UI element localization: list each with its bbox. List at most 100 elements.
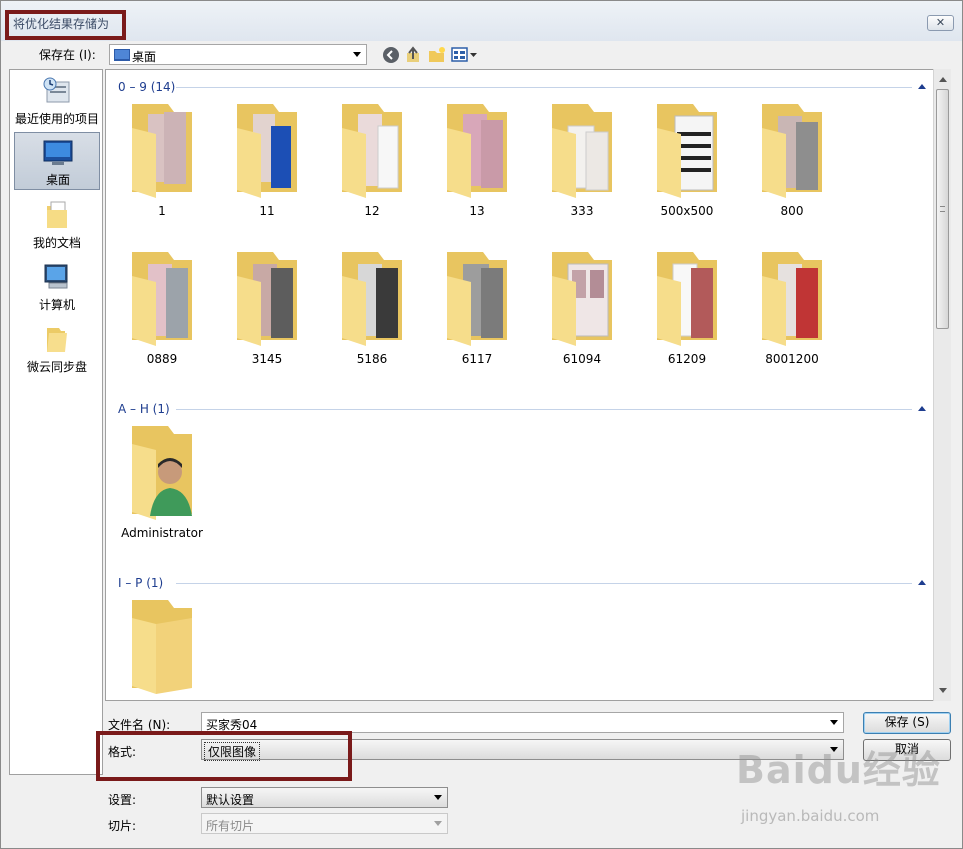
group-header-0-9[interactable]: 0 – 9 (14) [118, 80, 175, 94]
chevron-down-icon [434, 821, 442, 826]
back-icon[interactable] [381, 45, 401, 65]
folder-name: 6117 [461, 352, 493, 366]
scroll-up-arrow-icon[interactable] [939, 77, 947, 82]
photo-folder-icon [132, 104, 192, 198]
photo-folder-icon [762, 104, 822, 198]
place-weiyun[interactable]: 微云同步盘 [14, 320, 100, 378]
save-button[interactable]: 保存 (S) [863, 712, 951, 734]
folder-name: 8001200 [765, 352, 819, 366]
photo-folder-icon [552, 104, 612, 198]
places-bar: 最近使用的项目 桌面 我的文档 计算机 微云同步盘 [9, 69, 103, 775]
file-list-view[interactable]: 0 – 9 (14) A – H (1) I – P (1) 1 11 12 1… [105, 69, 951, 701]
group-divider [176, 409, 912, 410]
title-highlight-box [5, 10, 126, 40]
filename-input[interactable]: 买家秀04 [201, 712, 844, 733]
chevron-down-icon [434, 795, 442, 800]
folder-item[interactable]: 800 [744, 102, 840, 232]
photo-folder-icon [132, 252, 192, 346]
place-desktop[interactable]: 桌面 [14, 132, 100, 190]
place-documents[interactable]: 我的文档 [14, 196, 100, 254]
photo-folder-icon [657, 252, 717, 346]
folder-item[interactable]: 8001200 [744, 250, 840, 380]
view-menu-icon[interactable] [451, 45, 479, 65]
scroll-thumb[interactable] [936, 89, 949, 329]
settings-value: 默认设置 [206, 793, 255, 807]
folder-item[interactable]: 61209 [639, 250, 735, 380]
place-computer[interactable]: 计算机 [14, 258, 100, 316]
computer-icon [44, 264, 68, 289]
photo-folder-icon [762, 252, 822, 346]
vertical-scrollbar[interactable] [933, 69, 951, 701]
weiyun-folder-icon [47, 328, 67, 352]
folder-item[interactable]: Administrator [114, 424, 210, 554]
documents-icon [47, 201, 67, 228]
desktop-icon [43, 140, 73, 165]
photo-folder-icon [657, 104, 717, 198]
settings-select[interactable]: 默认设置 [201, 787, 448, 808]
desktop-small-icon [114, 49, 130, 61]
photo-folder-icon [237, 104, 297, 198]
scroll-down-arrow-icon[interactable] [939, 688, 947, 693]
photo-folder-icon [447, 252, 507, 346]
collapse-chevron-icon[interactable] [918, 580, 926, 585]
folder-item[interactable]: 11 [219, 102, 315, 232]
place-label: 桌面 [45, 173, 70, 187]
folder-name: 500x500 [660, 204, 714, 218]
folder-name: 61209 [667, 352, 707, 366]
folder-item[interactable]: li [114, 598, 210, 701]
folder-name: 0889 [146, 352, 178, 366]
group-header-a-h[interactable]: A – H (1) [118, 402, 170, 416]
group-header-i-p[interactable]: I – P (1) [118, 576, 163, 590]
group-divider [176, 87, 912, 88]
folder-name: 800 [780, 204, 804, 218]
photo-folder-icon [552, 252, 612, 346]
slices-select: 所有切片 [201, 813, 448, 834]
recent-items-icon [43, 77, 70, 103]
collapse-chevron-icon[interactable] [918, 84, 926, 89]
folder-name: 3145 [251, 352, 283, 366]
current-folder: 桌面 [132, 50, 157, 64]
folder-name: 5186 [356, 352, 388, 366]
folder-name: 11 [259, 204, 275, 218]
folder-item[interactable]: 3145 [219, 250, 315, 380]
watermark-url: jingyan.baidu.com [741, 807, 880, 825]
photo-folder-icon [237, 252, 297, 346]
place-label: 最近使用的项目 [14, 112, 99, 126]
user-folder-icon [132, 426, 192, 520]
slices-value: 所有切片 [206, 819, 255, 833]
folder-item[interactable]: 13 [429, 102, 525, 232]
folder-item[interactable]: 333 [534, 102, 630, 232]
folder-item[interactable]: 0889 [114, 250, 210, 380]
folder-name: 13 [469, 204, 485, 218]
photo-folder-icon [342, 252, 402, 346]
up-folder-icon[interactable] [404, 45, 424, 65]
folder-item[interactable]: 61094 [534, 250, 630, 380]
close-button[interactable]: ✕ [927, 15, 954, 31]
photo-folder-icon [447, 104, 507, 198]
folder-name: 61094 [562, 352, 602, 366]
place-recent-items[interactable]: 最近使用的项目 [14, 72, 100, 130]
group-divider [176, 583, 912, 584]
photo-folder-icon [342, 104, 402, 198]
folder-item[interactable]: 6117 [429, 250, 525, 380]
baidu-watermark: Baidu经验 [736, 748, 941, 792]
folder-item[interactable]: 500x500 [639, 102, 735, 232]
place-label: 我的文档 [32, 236, 81, 250]
save-in-combo[interactable]: 桌面 [109, 44, 367, 65]
chevron-down-icon[interactable] [830, 720, 838, 725]
folder-item[interactable]: 5186 [324, 250, 420, 380]
slices-label: 切片: [108, 819, 137, 833]
folder-name: Administrator [121, 526, 203, 540]
format-highlight-box [96, 731, 352, 781]
folder-name: 12 [364, 204, 380, 218]
settings-label: 设置: [108, 793, 137, 807]
folder-item[interactable]: 1 [114, 102, 210, 232]
folder-item[interactable]: 12 [324, 102, 420, 232]
new-folder-icon[interactable] [427, 45, 447, 65]
folder-icon [132, 600, 192, 694]
folder-name: li [114, 700, 210, 701]
place-label: 计算机 [38, 298, 75, 312]
chevron-down-icon [353, 52, 361, 57]
collapse-chevron-icon[interactable] [918, 406, 926, 411]
folder-name: 1 [158, 204, 166, 218]
